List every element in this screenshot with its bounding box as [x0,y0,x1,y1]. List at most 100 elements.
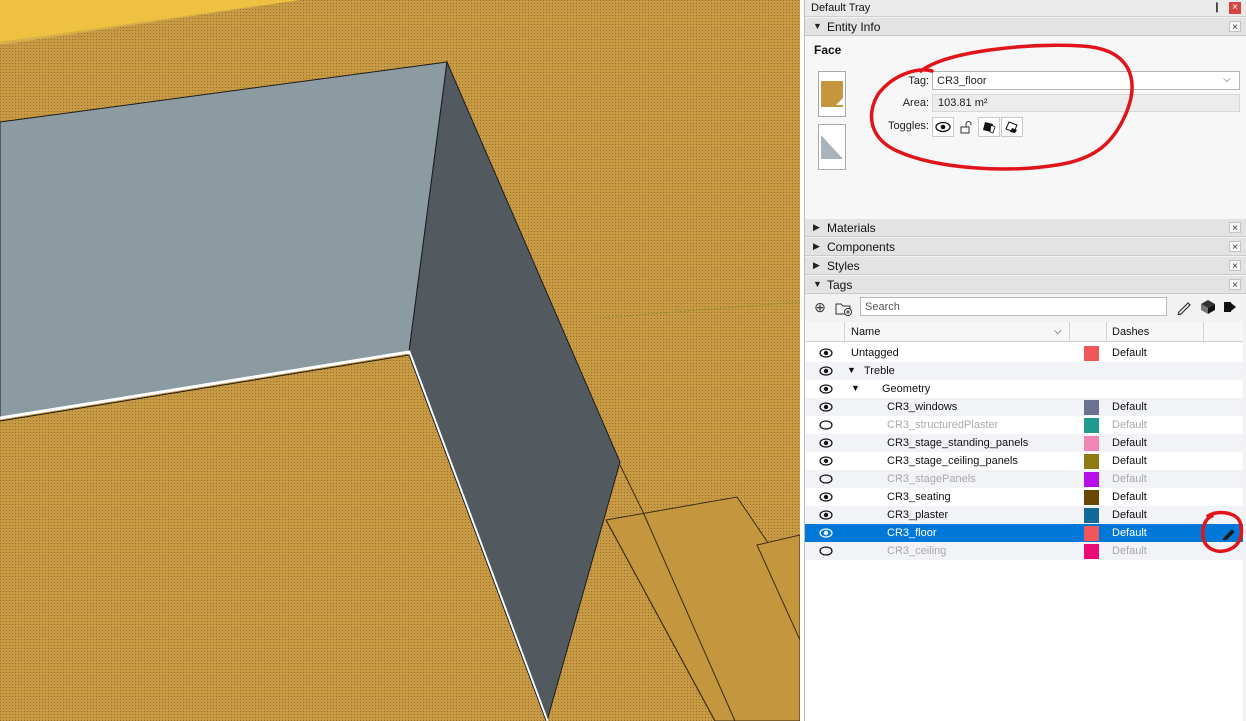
tag-dashes[interactable]: Default [1112,527,1147,539]
visibility-eye-icon[interactable] [819,527,833,539]
visibility-eye-icon[interactable] [819,383,833,395]
tag-color-swatch[interactable] [1084,490,1099,505]
area-value: 103.81 m² [938,97,988,109]
toggle-lock[interactable] [955,117,977,137]
tree-expand-icon[interactable]: ▼ [847,365,856,375]
cast-shadows-icon [983,122,996,134]
expanded-arrow-icon: ▼ [813,279,822,289]
section-entity-info[interactable]: ▼ Entity Info × [805,18,1246,36]
details-menu-icon[interactable] [1221,298,1239,316]
section-materials[interactable]: ▶ Materials × [805,219,1246,237]
section-styles[interactable]: ▶ Styles × [805,257,1246,275]
section-label: Tags [827,278,853,292]
pin-icon[interactable]: ❙ [1211,2,1223,14]
close-section-icon[interactable]: × [1229,241,1241,253]
tag-name: Geometry [882,383,931,395]
tag-color-swatch[interactable] [1084,508,1099,523]
tag-dashes[interactable]: Default [1112,437,1147,449]
toggle-cast-shadows[interactable] [978,117,1000,137]
tag-dashes[interactable]: Default [1112,473,1147,485]
tag-name: CR3_stage_ceiling_panels [887,455,1018,467]
tag-color-swatch[interactable] [1084,544,1099,559]
model-viewport[interactable] [0,0,800,721]
sort-chevron-icon[interactable]: ⌵ [1054,326,1062,337]
tag-row[interactable]: CR3_windows Default [805,398,1243,416]
close-section-icon[interactable]: × [1229,21,1241,33]
tag-row[interactable]: CR3_structuredPlaster Default [805,416,1243,434]
tag-row[interactable]: CR3_plaster Default [805,506,1243,524]
tag-row[interactable]: CR3_stage_standing_panels Default [805,434,1243,452]
chevron-down-icon: ⌵ [1223,74,1231,85]
visibility-eye-icon[interactable] [819,455,833,467]
visibility-eye-icon[interactable] [819,347,833,359]
tag-dashes[interactable]: Default [1112,509,1147,521]
tag-row[interactable]: CR3_seating Default [805,488,1243,506]
tag-row[interactable]: Untagged Default [805,344,1243,362]
hidden-eye-icon[interactable] [819,473,833,485]
section-label: Components [827,240,896,254]
tag-name: CR3_windows [887,401,958,413]
tag-dashes[interactable]: Default [1112,545,1147,557]
tag-name: CR3_ceiling [887,545,947,557]
section-tags[interactable]: ▼ Tags × [805,276,1246,294]
toggles-label: Toggles: [888,120,929,132]
tag-tool-pencil-icon[interactable] [1175,298,1193,316]
tag-value: CR3_floor [937,75,987,87]
area-label: Area: [902,97,929,109]
tags-search-input[interactable] [860,297,1167,316]
tag-color-swatch[interactable] [1084,454,1099,469]
back-material-swatch[interactable] [818,124,846,170]
tag-color-swatch[interactable] [1084,418,1099,433]
tag-name: Treble [864,365,895,377]
area-field: 103.81 m² [932,94,1240,112]
section-label: Entity Info [827,20,881,34]
toggle-visibility[interactable] [932,117,954,137]
material-corner-icon [836,98,843,105]
hidden-eye-icon[interactable] [819,545,833,557]
tag-dropdown[interactable]: CR3_floor ⌵ [932,71,1240,90]
tag-dashes[interactable]: Default [1112,455,1147,467]
tag-dashes[interactable]: Default [1112,491,1147,503]
collapsed-arrow-icon: ▶ [813,241,820,251]
tag-dashes[interactable]: Default [1112,347,1147,359]
close-section-icon[interactable]: × [1229,222,1241,234]
model-drawing [0,0,800,721]
tag-row[interactable]: CR3_floor Default [805,524,1243,542]
tags-column-header: Name ⌵ Dashes [805,322,1243,342]
tag-color-swatch[interactable] [1084,346,1099,361]
tag-row[interactable]: CR3_stagePanels Default [805,470,1243,488]
tag-dashes[interactable]: Default [1112,419,1147,431]
visibility-eye-icon[interactable] [819,401,833,413]
add-tag-icon[interactable]: ⊕ [811,298,829,316]
add-folder-icon[interactable] [835,298,853,316]
column-dashes[interactable]: Dashes [1112,326,1149,338]
tag-color-swatch[interactable] [1084,400,1099,415]
toggle-receive-shadows[interactable] [1001,117,1023,137]
tag-color-swatch[interactable] [1084,436,1099,451]
tag-row[interactable]: CR3_ceiling Default [805,542,1243,560]
visibility-eye-icon[interactable] [819,509,833,521]
front-material-swatch[interactable] [818,71,846,117]
entity-kind: Face [814,43,842,57]
close-tray-icon[interactable]: × [1229,2,1241,14]
tag-color-swatch[interactable] [1084,526,1099,541]
color-by-tag-icon[interactable] [1199,298,1217,316]
tag-row[interactable]: CR3_stage_ceiling_panels Default [805,452,1243,470]
section-components[interactable]: ▶ Components × [805,238,1246,256]
tag-name: CR3_plaster [887,509,949,521]
hidden-eye-icon[interactable] [819,419,833,431]
tag-dashes[interactable]: Default [1112,401,1147,413]
visibility-eye-icon[interactable] [819,491,833,503]
visibility-eye-icon[interactable] [819,365,833,377]
close-section-icon[interactable]: × [1229,279,1241,291]
tree-expand-icon[interactable]: ▼ [851,383,860,393]
close-section-icon[interactable]: × [1229,260,1241,272]
active-tag-pencil-icon[interactable] [1222,526,1236,540]
column-name[interactable]: Name [851,326,880,338]
tag-color-swatch[interactable] [1084,472,1099,487]
tag-row[interactable]: ▼ Treble [805,362,1243,380]
lock-icon [960,121,972,134]
visibility-eye-icon[interactable] [819,437,833,449]
tag-row[interactable]: ▼ Geometry [805,380,1243,398]
tags-toolbar: ⊕ [805,293,1246,321]
